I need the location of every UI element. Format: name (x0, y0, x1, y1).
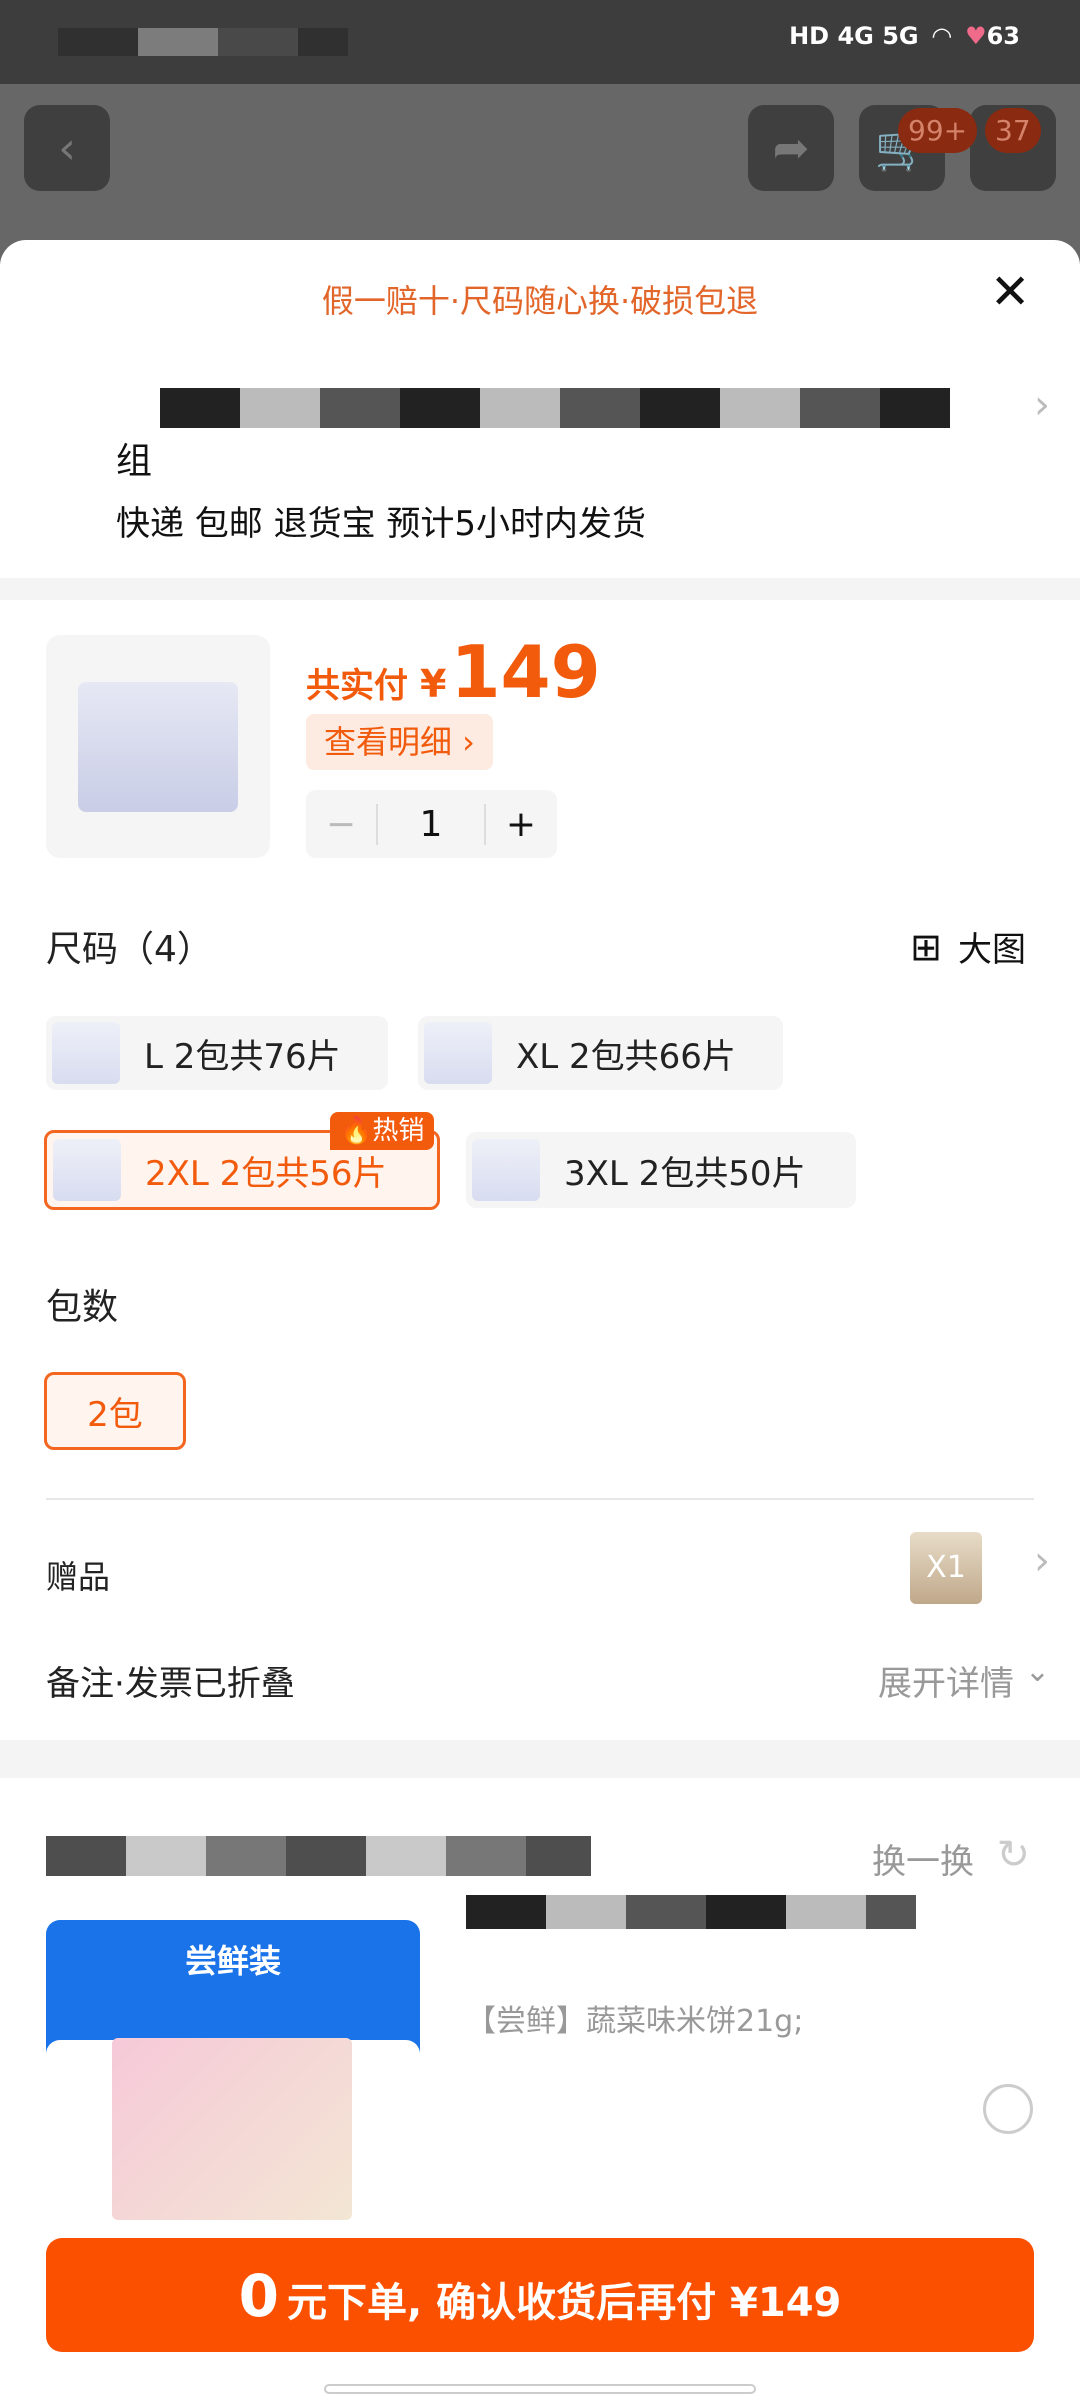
chevron-down-icon: ⌄ (1024, 1654, 1050, 1689)
fire-icon: 🔥 (340, 1116, 373, 1146)
option-label: 3XL 2包共50片 (564, 1153, 806, 1194)
close-icon[interactable]: ✕ (990, 268, 1030, 316)
refresh-button[interactable]: 换一换 (872, 1834, 974, 1883)
expand-details[interactable]: 展开详情 (878, 1656, 1014, 1705)
option-label: XL 2包共66片 (516, 1036, 736, 1077)
option-label: L 2包共76片 (144, 1036, 341, 1077)
price-value: 149 (450, 630, 601, 714)
badge-label: 热销 (372, 1116, 425, 1146)
wifi-icon: ◠ (932, 22, 952, 50)
chevron-left-icon: ‹ (58, 122, 76, 174)
chevron-right-icon: › (1034, 382, 1050, 428)
guarantee-banner: 假一赔十·尺码随心换·破损包退 (321, 282, 759, 320)
status-bar: HD 4G 5G ◠ ♥63 (0, 0, 1080, 84)
address-section[interactable]: › 组 快递 包邮 退货宝 预计5小时内发货 (0, 370, 1080, 570)
view-details-button[interactable]: 查看明细 › (306, 714, 493, 770)
packs-title: 包数 (46, 1287, 119, 1328)
gift-image: X1 (910, 1532, 982, 1604)
increase-button[interactable]: + (486, 804, 556, 845)
address-tail: 组 (116, 441, 153, 482)
back-button[interactable]: ‹ (24, 105, 110, 191)
total-label: 共实付 (306, 666, 408, 706)
rice-cake-image (112, 2038, 352, 2220)
message-badge: 37 (985, 108, 1041, 153)
place-order-button[interactable]: 0 元下单, 确认收货后再付 ¥149 (46, 2238, 1034, 2352)
recommend-product-card[interactable]: 尝鲜装 (46, 1920, 420, 2220)
notes-row[interactable]: 备注·发票已折叠 展开详情 ⌄ (0, 1640, 1080, 1720)
tag-label: 尝鲜装 (184, 1942, 281, 1980)
shipping-info: 快递 包邮 退货宝 预计5小时内发货 (116, 504, 647, 544)
recommend-desc: 【尝鲜】蔬菜味米饼21g; (466, 2004, 804, 2039)
refresh-icon: ↻ (996, 1832, 1030, 1878)
size-option-3xl[interactable]: 3XL 2包共50片 (466, 1132, 856, 1208)
decrease-button[interactable]: − (306, 804, 376, 845)
hot-sale-badge: 🔥热销 (330, 1112, 435, 1150)
gift-row[interactable]: 赠品 X1 › (0, 1520, 1080, 1620)
status-notification-icons (58, 28, 348, 56)
share-button[interactable]: ➦ (748, 105, 834, 191)
divider (0, 1740, 1080, 1778)
home-indicator[interactable] (324, 2384, 756, 2394)
total-price: 共实付 ¥ 149 (306, 630, 601, 714)
battery-icon: ♥63 (965, 22, 1020, 50)
big-view-button[interactable]: ⊞ 大图 (910, 922, 1026, 971)
size-option-l[interactable]: L 2包共76片 (46, 1016, 388, 1090)
option-thumbnail (53, 1139, 121, 1201)
gift-label: 赠品 (46, 1558, 111, 1596)
option-thumbnail (424, 1022, 492, 1084)
quantity-input[interactable]: 1 (376, 803, 486, 845)
cta-amount: 0 (238, 2262, 279, 2330)
size-title: 尺码（4） (46, 929, 213, 970)
recommend-name-redacted (466, 1895, 916, 1929)
notes-label: 备注·发票已折叠 (46, 1664, 295, 1704)
share-icon: ➦ (772, 122, 810, 174)
cta-label: 元下单, 确认收货后再付 ¥149 (286, 2280, 842, 2326)
divider (0, 578, 1080, 600)
recommend-title-redacted (46, 1836, 591, 1876)
divider (46, 1498, 1034, 1500)
product-image[interactable] (46, 635, 270, 858)
big-view-label: 大图 (958, 930, 1026, 970)
battery-level: 63 (986, 22, 1020, 50)
diaper-pack-image (78, 681, 238, 812)
option-label: 2XL 2包共56片 (145, 1153, 387, 1194)
select-radio[interactable] (983, 2084, 1033, 2134)
network-indicator: HD 4G 5G (789, 22, 919, 50)
size-option-xl[interactable]: XL 2包共66片 (418, 1016, 783, 1090)
currency: ¥ (420, 662, 447, 706)
option-thumbnail (52, 1022, 120, 1084)
grid-icon: ⊞ (910, 924, 942, 969)
pack-option-2[interactable]: 2包 (44, 1372, 186, 1450)
cart-badge: 99+ (898, 108, 978, 153)
option-thumbnail (472, 1139, 540, 1201)
chevron-right-icon: › (1034, 1538, 1050, 1584)
address-redacted (160, 388, 950, 428)
quantity-stepper: − 1 + (306, 790, 557, 858)
